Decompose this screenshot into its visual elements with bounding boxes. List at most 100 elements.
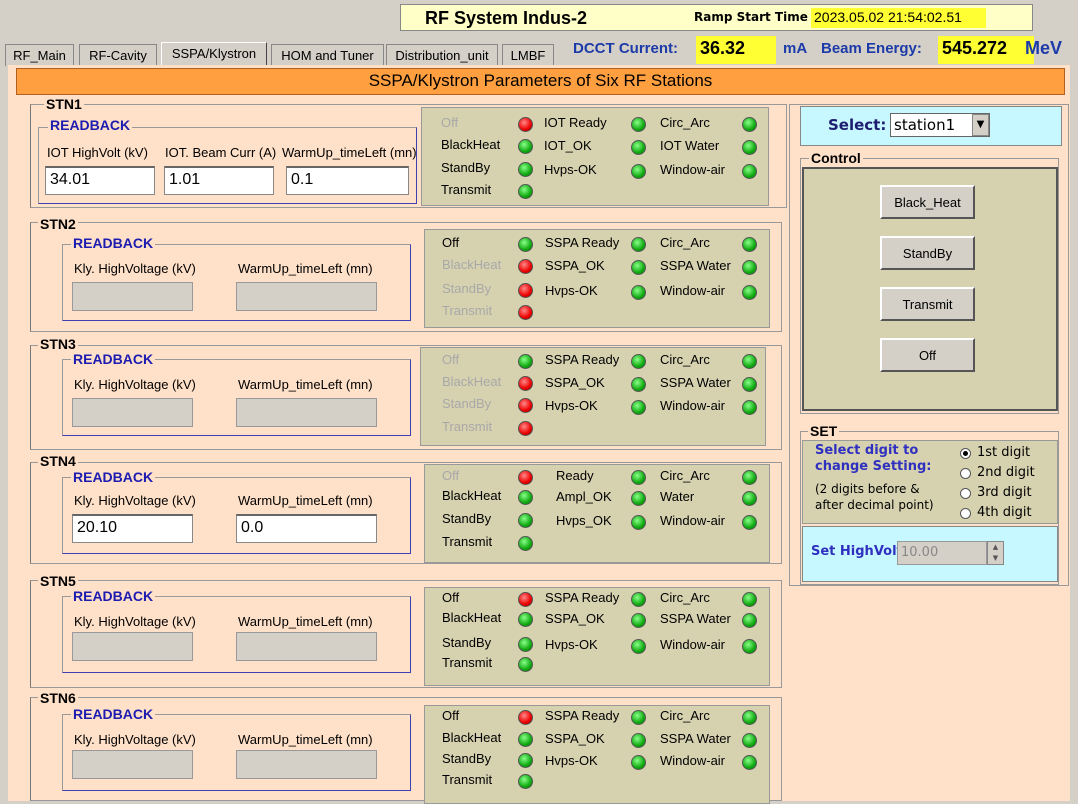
black-heat-button[interactable]: Black_Heat	[880, 185, 975, 219]
page-banner: SSPA/Klystron Parameters of Six RF Stati…	[16, 68, 1065, 95]
tab-distribution-unit[interactable]: Distribution_unit	[386, 44, 498, 66]
stn1-title: STN1	[44, 96, 84, 112]
status-led-icon	[518, 421, 533, 436]
stn4-status-label: Circ_Arc	[660, 468, 710, 483]
stn4-status-label: Hvps_OK	[556, 513, 612, 528]
status-led-icon	[518, 774, 533, 789]
status-led-icon	[742, 515, 757, 530]
stn3-field-label: WarmUp_timeLeft (mn)	[238, 377, 373, 392]
set-highvolt-panel: Set HighVolt 10.00 ▲ ▼	[802, 526, 1058, 582]
status-led-icon	[631, 491, 646, 506]
status-led-icon	[742, 470, 757, 485]
stn4-field-value: 0.0	[236, 514, 377, 543]
status-led-icon	[742, 164, 757, 179]
status-led-icon	[518, 305, 533, 320]
stn3-status-label: Transmit	[442, 419, 493, 434]
digit-1-radio[interactable]	[960, 448, 971, 459]
digit-3-radio[interactable]	[960, 488, 971, 499]
spinner-arrows-icon[interactable]: ▲ ▼	[987, 541, 1004, 565]
digit-3-label: 3rd digit	[977, 485, 1032, 500]
stn3-field-value	[236, 398, 377, 427]
tab-rf-main[interactable]: RF_Main	[5, 44, 74, 66]
stn5-field-value	[72, 632, 193, 661]
stn6-field-label: Kly. HighVoltage (kV)	[74, 732, 196, 747]
status-led-icon	[631, 400, 646, 415]
stn1-field-label: IOT HighVolt (kV)	[47, 145, 148, 160]
stn1-status-label: IOT Water	[660, 138, 720, 153]
digit-note: (2 digits before & after decimal point)	[815, 482, 934, 512]
dcct-unit: mA	[783, 40, 808, 57]
stn5-status-label: BlackHeat	[442, 610, 502, 625]
beam-energy-value: 545.272	[938, 36, 1034, 64]
stn5-status-label: Off	[442, 590, 460, 605]
status-led-icon	[518, 753, 533, 768]
status-led-icon	[631, 164, 646, 179]
status-led-icon	[518, 237, 533, 252]
app-title: RF System Indus-2	[425, 8, 588, 28]
standby-button[interactable]: StandBy	[880, 236, 975, 270]
stn2-status-label: Window-air	[660, 283, 726, 298]
tab-rf-cavity[interactable]: RF-Cavity	[79, 44, 157, 66]
status-led-icon	[742, 400, 757, 415]
stn6-status-label: StandBy	[442, 751, 492, 766]
stn1-field-label: WarmUp_timeLeft (mn)	[282, 145, 417, 160]
stn1-status-label: Hvps-OK	[544, 162, 597, 177]
stn6-readback-title: READBACK	[71, 706, 156, 722]
status-led-icon	[518, 637, 533, 652]
stn1-status-label: Window-air	[660, 162, 726, 177]
status-led-icon	[518, 117, 533, 132]
status-led-icon	[742, 237, 757, 252]
stn5-field-value	[236, 632, 377, 661]
stn4-field-value: 20.10	[72, 514, 193, 543]
status-led-icon	[518, 162, 533, 177]
status-led-icon	[631, 710, 646, 725]
stn2-field-label: WarmUp_timeLeft (mn)	[238, 261, 373, 276]
digit-select-panel: Select digit to change Setting: (2 digit…	[802, 440, 1058, 524]
status-led-icon	[631, 140, 646, 155]
stn3-status-label: Hvps-OK	[545, 398, 598, 413]
status-led-icon	[631, 237, 646, 252]
title-bar: RF System Indus-2 Ramp Start Time 2023.0…	[400, 4, 1033, 31]
chevron-down-icon[interactable]: ▼	[972, 114, 989, 136]
status-led-icon	[742, 733, 757, 748]
set-highvolt-input[interactable]: 10.00	[897, 541, 987, 565]
status-led-icon	[742, 117, 757, 132]
stn3-status-label: Window-air	[660, 398, 726, 413]
status-led-icon	[631, 377, 646, 392]
station-select-label: Select:	[828, 116, 887, 134]
stn2-readback-title: READBACK	[71, 235, 156, 251]
stn3-field-value	[72, 398, 193, 427]
status-led-icon	[518, 536, 533, 551]
status-led-icon	[518, 592, 533, 607]
stn2-status-label: SSPA_OK	[545, 258, 605, 273]
stn3-title: STN3	[38, 336, 78, 352]
transmit-button[interactable]: Transmit	[880, 287, 975, 321]
set-highvolt-label: Set HighVolt	[811, 544, 903, 559]
stn1-status-label: BlackHeat	[441, 137, 501, 152]
stn2-field-value	[72, 282, 193, 311]
tab-lmbf[interactable]: LMBF	[502, 44, 554, 66]
status-led-icon	[518, 513, 533, 528]
stn2-status-label: SSPA Water	[660, 258, 731, 273]
off-button[interactable]: Off	[880, 338, 975, 372]
status-led-icon	[742, 491, 757, 506]
beam-energy-unit: MeV	[1025, 38, 1063, 58]
tab-sspa-klystron[interactable]: SSPA/Klystron	[161, 42, 267, 67]
stn2-status-label: BlackHeat	[442, 257, 502, 272]
dcct-value: 36.32	[696, 36, 776, 64]
stn5-status-label: SSPA Ready	[545, 590, 620, 605]
status-led-icon	[518, 139, 533, 154]
stn4-status-label: Off	[442, 468, 460, 483]
status-led-icon	[742, 260, 757, 275]
status-led-icon	[742, 377, 757, 392]
ramp-start-label: Ramp Start Time	[694, 10, 808, 24]
digit-2-radio[interactable]	[960, 468, 971, 479]
tab-hom-and-tuner[interactable]: HOM and Tuner	[271, 44, 384, 66]
digit-4-radio[interactable]	[960, 508, 971, 519]
status-led-icon	[518, 732, 533, 747]
digit-select-label: Select digit to change Setting:	[815, 443, 932, 474]
stn2-status-label: Transmit	[442, 303, 493, 318]
beam-energy-label: Beam Energy:	[821, 40, 922, 57]
stn4-field-label: Kly. HighVoltage (kV)	[74, 493, 196, 508]
digit-1-label: 1st digit	[977, 445, 1031, 460]
